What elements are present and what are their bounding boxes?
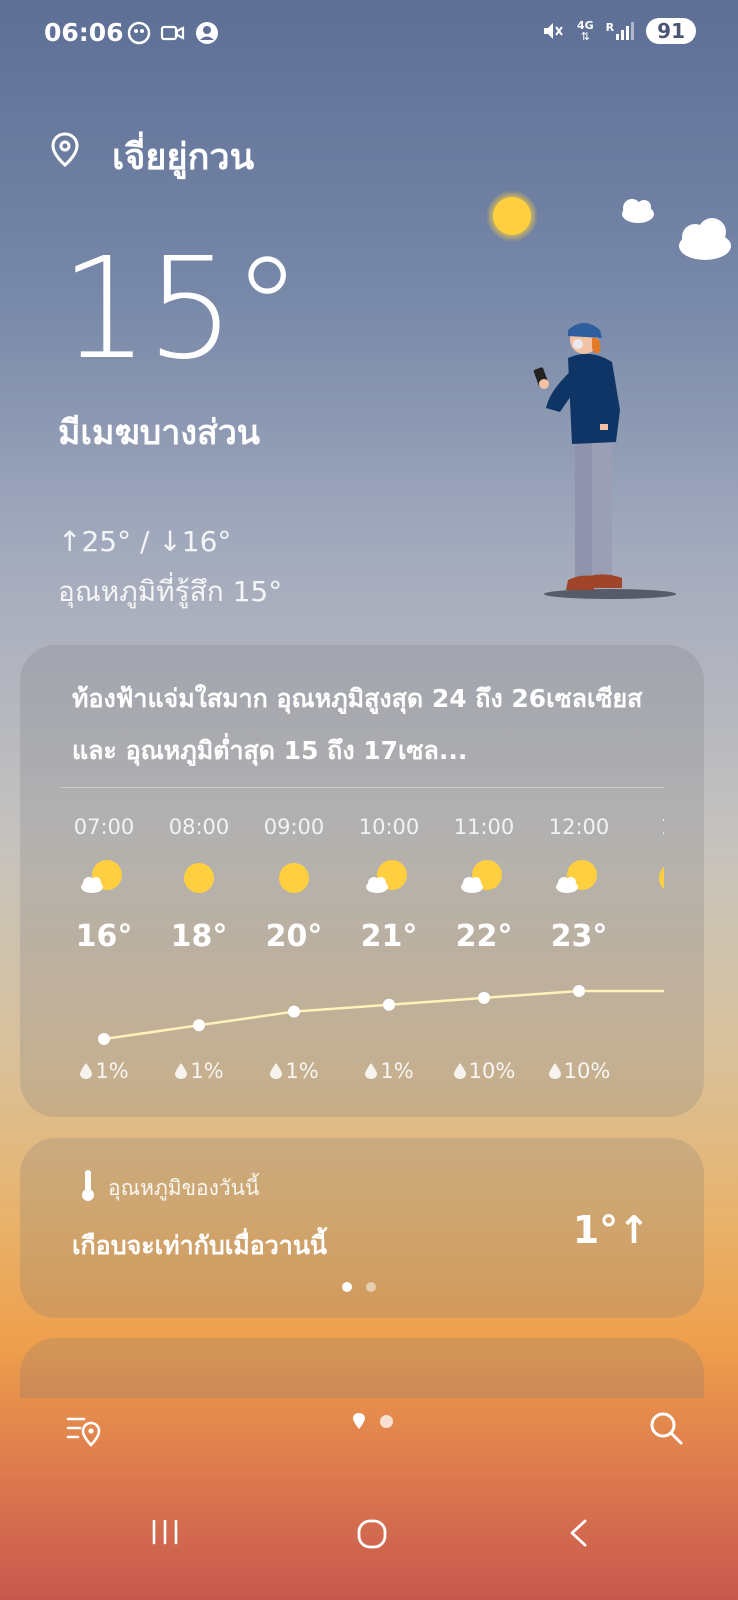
sun-icon xyxy=(174,853,224,903)
bottom-app-bar xyxy=(0,1388,738,1488)
temperature-point xyxy=(288,1005,300,1018)
current-location-dot-icon xyxy=(353,1413,365,1429)
rain-chance: 1% xyxy=(151,1059,247,1083)
network-4g-indicator: 4G ⇅ xyxy=(576,19,594,43)
hour-temperature: 21° xyxy=(360,919,418,954)
hour-time: 09:00 xyxy=(263,815,325,839)
weather-condition: มีเมฆบางส่วน xyxy=(58,413,261,453)
hour-temperature: 23° xyxy=(550,919,608,954)
thermometer-icon xyxy=(82,1170,94,1201)
hourly-item: 09:00 20° 1% xyxy=(246,815,342,1083)
high-low-temperature: ↑25° / ↓16° xyxy=(58,525,232,558)
rain-chance-value: 1% xyxy=(95,1059,129,1083)
hour-temperature: 2 xyxy=(626,919,665,954)
temperature-point xyxy=(478,991,490,1004)
hour-time: 10:00 xyxy=(358,815,420,839)
hour-time: 12:00 xyxy=(548,815,610,839)
hour-temperature: 22° xyxy=(455,919,513,954)
hourly-item: 10:00 21° 1% xyxy=(341,815,437,1083)
signal-icon: R xyxy=(605,21,635,40)
rain-chance: 1% xyxy=(56,1059,152,1083)
sun-cloud-icon xyxy=(554,853,604,903)
sun-cloud-icon xyxy=(364,853,414,903)
mute-icon xyxy=(543,23,563,39)
current-temperature: 15° xyxy=(60,228,302,391)
home-icon[interactable] xyxy=(356,1518,388,1550)
raindrop-icon xyxy=(270,1063,283,1079)
temperature-point xyxy=(573,985,585,997)
back-icon[interactable] xyxy=(566,1518,590,1548)
rain-chance-value: 1% xyxy=(380,1059,414,1083)
rain-chance-value: 1% xyxy=(190,1059,224,1083)
temperature-point xyxy=(383,998,395,1011)
rain-chance: 10% xyxy=(436,1059,532,1083)
hourly-item: 13 2 xyxy=(626,815,664,954)
status-notification-icons xyxy=(126,20,220,46)
recent-apps-icon[interactable] xyxy=(150,1518,180,1546)
page-dot-active xyxy=(342,1282,352,1292)
status-time: 06:06 xyxy=(44,18,124,47)
battery-indicator: 91 xyxy=(646,18,696,44)
hourly-scroller[interactable]: 07:00 16° 1% 08:00 18° 1% 09:00 20° 1% 10:00 21° 1%… xyxy=(20,815,664,1115)
raindrop-icon xyxy=(365,1063,378,1079)
feels-like-temperature: อุณหภูมิที่รู้สึก 15° xyxy=(58,575,283,608)
hour-time: 11:00 xyxy=(453,815,515,839)
page-dot xyxy=(366,1282,376,1292)
rain-chance-value: 1% xyxy=(285,1059,319,1083)
hourly-item: 08:00 18° 1% xyxy=(151,815,247,1083)
raindrop-icon xyxy=(548,1063,561,1079)
hourly-item: 11:00 22° 10% xyxy=(436,815,532,1083)
rain-chance: 1% xyxy=(246,1059,342,1083)
location-list-icon[interactable] xyxy=(66,1414,102,1448)
today-temperature-card[interactable]: อุณหภูมิของวันนี้ เกือบจะเท่ากับเมื่อวาน… xyxy=(20,1138,704,1318)
temperature-point xyxy=(193,1019,205,1032)
account-icon xyxy=(196,22,218,44)
today-temp-label: อุณหภูมิของวันนี้ xyxy=(108,1176,260,1200)
temperature-trend-line xyxy=(103,989,664,1041)
card-page-indicator xyxy=(342,1282,376,1292)
temperature-point xyxy=(98,1033,110,1045)
hour-time: 08:00 xyxy=(168,815,230,839)
cloud-icon xyxy=(622,199,654,223)
forecast-summary: ท้องฟ้าแจ่มใสมาก อุณหภูมิสูงสุด 24 ถึง 2… xyxy=(72,684,643,765)
rain-chance: 10% xyxy=(531,1059,627,1083)
status-system-icons: 4G ⇅ R 91 xyxy=(541,18,696,44)
sun-cloud-icon xyxy=(79,853,129,903)
person-figure xyxy=(533,323,676,599)
raindrop-icon xyxy=(80,1063,93,1079)
cloud-icon xyxy=(679,218,731,260)
location-name[interactable]: เจี่ยยู่กวน xyxy=(112,128,254,185)
search-icon[interactable] xyxy=(648,1410,684,1446)
today-temp-message: เกือบจะเท่ากับเมื่อวานนี้ xyxy=(72,1231,328,1260)
page-dot xyxy=(380,1414,393,1428)
hourly-item: 07:00 16° 1% xyxy=(56,815,152,1083)
hourly-forecast-card[interactable]: ท้องฟ้าแจ่มใสมาก อุณหภูมิสูงสุด 24 ถึง 2… xyxy=(20,645,704,1117)
sun-cloud-icon xyxy=(459,853,509,903)
hour-temperature: 16° xyxy=(75,919,133,954)
location-pin-icon[interactable] xyxy=(50,132,80,168)
card-divider xyxy=(60,787,664,788)
rain-chance-value: 10% xyxy=(468,1059,516,1083)
hourly-item: 12:00 23° 10% xyxy=(531,815,627,1083)
weather-illustration xyxy=(486,190,731,599)
raindrop-icon xyxy=(453,1063,466,1079)
video-call-icon xyxy=(160,25,185,41)
location-page-indicator xyxy=(352,1412,393,1430)
sun-icon xyxy=(269,853,319,903)
hour-temperature: 18° xyxy=(170,919,228,954)
system-navigation-bar xyxy=(0,1488,738,1600)
raindrop-icon xyxy=(175,1063,188,1079)
rain-chance: 1% xyxy=(341,1059,437,1083)
hour-time: 07:00 xyxy=(73,815,135,839)
app-notification-icon xyxy=(127,21,151,45)
temp-change-value: 1°↑ xyxy=(572,1208,650,1252)
rain-chance-value: 10% xyxy=(563,1059,611,1083)
hour-time: 13 xyxy=(626,815,664,839)
roaming-label: R xyxy=(605,21,615,34)
sun-icon xyxy=(649,853,664,903)
hour-temperature: 20° xyxy=(265,919,323,954)
